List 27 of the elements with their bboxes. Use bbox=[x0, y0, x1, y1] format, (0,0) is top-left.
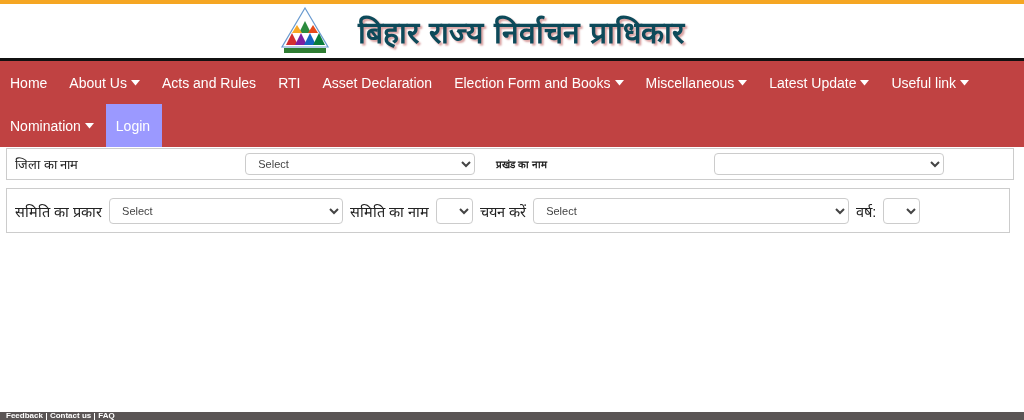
footer-link[interactable]: Feedback bbox=[6, 412, 43, 420]
nav-link[interactable]: Election Form and Books bbox=[444, 61, 636, 104]
footer-link[interactable]: Contact us bbox=[49, 412, 92, 420]
field-label: समिति का नाम bbox=[350, 202, 430, 221]
field-label: वर्ष: bbox=[856, 202, 877, 221]
select-field[interactable]: Select bbox=[109, 197, 344, 224]
nav-link[interactable]: Useful link bbox=[881, 61, 982, 104]
nav-link[interactable]: Asset Declaration bbox=[312, 61, 445, 104]
select-field[interactable]: Select bbox=[245, 153, 476, 175]
nav-link[interactable]: Latest Update bbox=[759, 61, 882, 104]
nav-link[interactable]: Miscellaneous bbox=[635, 61, 760, 104]
nav-link[interactable]: Acts and Rules bbox=[151, 61, 269, 104]
site-title: बिहार राज्य निर्वाचन प्राधिकार bbox=[357, 13, 685, 52]
field-label: चयन करें bbox=[480, 202, 527, 221]
nav-link[interactable]: Nomination bbox=[0, 104, 106, 147]
nav-link[interactable]: About Us bbox=[59, 61, 152, 104]
select-field[interactable] bbox=[436, 197, 474, 224]
nav-link[interactable]: Home bbox=[0, 61, 60, 104]
select-field[interactable] bbox=[713, 153, 944, 175]
footer-link[interactable]: FAQ bbox=[98, 412, 115, 420]
select-field[interactable] bbox=[883, 197, 921, 224]
field-label: जिला का नाम bbox=[15, 156, 79, 173]
logo-icon bbox=[279, 7, 330, 55]
field-label: समिति का प्रकार bbox=[15, 202, 103, 221]
nav-link[interactable]: RTI bbox=[268, 61, 313, 104]
select-field[interactable]: Select bbox=[533, 197, 850, 224]
field-label: प्रखंड का नाम bbox=[496, 158, 547, 171]
